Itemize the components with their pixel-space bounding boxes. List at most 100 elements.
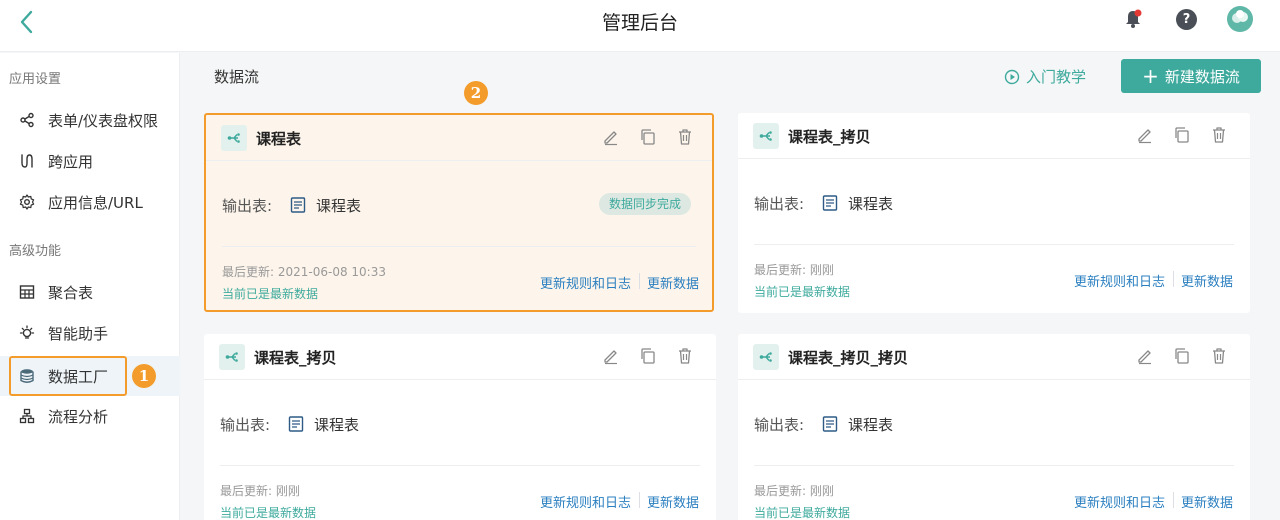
dataflow-icon xyxy=(221,125,247,151)
card-header: 课程表_拷贝 xyxy=(204,334,716,380)
update-data-link[interactable]: 更新数据 xyxy=(1181,492,1233,511)
table-grid-icon xyxy=(18,283,36,301)
divider xyxy=(220,465,700,466)
card-title: 课程表_拷贝 xyxy=(254,349,337,367)
share-icon xyxy=(18,111,36,129)
edit-icon[interactable] xyxy=(602,128,620,146)
copy-icon[interactable] xyxy=(1173,347,1191,365)
up-to-date-status: 当前已是最新数据 xyxy=(754,506,851,520)
link-separator xyxy=(1173,271,1174,287)
table-icon xyxy=(822,194,838,212)
cross-app-icon xyxy=(18,152,36,170)
section-title: 数据流 xyxy=(214,68,260,86)
dataflow-icon xyxy=(219,344,245,370)
update-data-link[interactable]: 更新数据 xyxy=(647,492,699,511)
sidebar-item-label: 智能助手 xyxy=(48,324,109,343)
up-to-date-status: 当前已是最新数据 xyxy=(754,285,851,299)
sidebar-section-app-settings: 应用设置 xyxy=(9,72,62,87)
sidebar-item-assistant[interactable]: 智能助手 xyxy=(0,313,180,353)
rules-and-logs-link[interactable]: 更新规则和日志 xyxy=(1074,492,1165,511)
divider xyxy=(754,244,1234,245)
help-icon[interactable]: ? xyxy=(1176,9,1197,30)
last-updated: 最后更新: 刚刚 xyxy=(220,484,300,498)
last-updated: 最后更新: 刚刚 xyxy=(754,484,834,498)
sidebar-item-form-permissions[interactable]: 表单/仪表盘权限 xyxy=(0,100,180,140)
card-title: 课程表 xyxy=(256,130,302,148)
tutorial-link[interactable]: 入门教学 xyxy=(1004,66,1086,87)
output-table-name[interactable]: 课程表 xyxy=(314,414,359,435)
bulb-icon xyxy=(18,324,36,342)
rules-and-logs-link[interactable]: 更新规则和日志 xyxy=(540,273,631,292)
copy-icon[interactable] xyxy=(1173,126,1191,144)
sidebar-item-label: 表单/仪表盘权限 xyxy=(48,111,159,130)
notification-bell-icon[interactable] xyxy=(1122,8,1144,30)
sidebar-section-advanced: 高级功能 xyxy=(9,244,62,259)
annotation-number-2: 2 xyxy=(464,81,488,105)
divider xyxy=(222,246,696,247)
new-dataflow-button[interactable]: + 新建数据流 xyxy=(1121,59,1261,93)
link-separator xyxy=(639,273,640,289)
divider xyxy=(754,465,1234,466)
tutorial-label: 入门教学 xyxy=(1026,68,1087,86)
table-icon xyxy=(822,415,838,433)
sidebar-item-process-analysis[interactable]: 流程分析 xyxy=(0,396,180,436)
last-updated: 最后更新: 2021-06-08 10:33 xyxy=(222,265,386,279)
annotation-box-1 xyxy=(9,356,127,396)
rules-and-logs-link[interactable]: 更新规则和日志 xyxy=(540,492,631,511)
last-updated: 最后更新: 刚刚 xyxy=(754,263,834,277)
delete-icon[interactable] xyxy=(676,128,694,146)
edit-icon[interactable] xyxy=(1136,347,1154,365)
sidebar-item-app-info[interactable]: 应用信息/URL xyxy=(0,182,180,222)
copy-icon[interactable] xyxy=(639,128,657,146)
edit-icon[interactable] xyxy=(602,347,620,365)
output-label: 输出表: xyxy=(220,416,271,434)
page-title: 管理后台 xyxy=(601,12,678,34)
update-data-link[interactable]: 更新数据 xyxy=(1181,271,1233,290)
output-table-name[interactable]: 课程表 xyxy=(316,195,361,216)
avatar[interactable] xyxy=(1227,6,1253,32)
table-icon xyxy=(290,196,306,214)
edit-icon[interactable] xyxy=(1136,126,1154,144)
sidebar-item-label: 跨应用 xyxy=(48,152,94,171)
status-badge: 数据同步完成 xyxy=(598,193,691,215)
annotation-number-1: 1 xyxy=(132,364,156,388)
dataflow-card[interactable]: 课程表 输出表: 课程表 数据同步完成 最后更新: 2021-06-08 10:… xyxy=(204,113,714,312)
new-dataflow-label: 新建数据流 xyxy=(1164,67,1240,86)
output-table-name[interactable]: 课程表 xyxy=(848,414,893,435)
rules-and-logs-link[interactable]: 更新规则和日志 xyxy=(1074,271,1165,290)
update-data-link[interactable]: 更新数据 xyxy=(647,273,699,292)
dataflow-card[interactable]: 课程表_拷贝 输出表: 课程表 最后更新: 刚刚 当前已是最新数据 更新规则和日… xyxy=(738,113,1250,313)
dataflow-icon xyxy=(753,344,779,370)
up-to-date-status: 当前已是最新数据 xyxy=(222,287,319,301)
card-title: 课程表_拷贝 xyxy=(788,128,871,146)
sidebar-item-aggregate-table[interactable]: 聚合表 xyxy=(0,272,180,312)
card-header: 课程表_拷贝_拷贝 xyxy=(738,334,1250,380)
dataflow-card[interactable]: 课程表_拷贝 输出表: 课程表 最后更新: 刚刚 当前已是最新数据 更新规则和日… xyxy=(204,334,716,520)
sidebar-item-label: 聚合表 xyxy=(48,283,94,302)
org-chart-icon xyxy=(18,407,36,425)
top-bar: 管理后台 ? xyxy=(0,0,1280,52)
output-table-name[interactable]: 课程表 xyxy=(848,193,893,214)
link-separator xyxy=(639,492,640,508)
output-label: 输出表: xyxy=(754,416,805,434)
link-separator xyxy=(1173,492,1174,508)
gear-icon xyxy=(18,193,36,211)
delete-icon[interactable] xyxy=(676,347,694,365)
card-header: 课程表_拷贝 xyxy=(738,113,1250,159)
copy-icon[interactable] xyxy=(639,347,657,365)
up-to-date-status: 当前已是最新数据 xyxy=(220,506,317,520)
sidebar: 应用设置 表单/仪表盘权限 跨应用 应用信息/URL 高级功能 聚合表 智能助手 xyxy=(0,53,180,520)
table-icon xyxy=(288,415,304,433)
delete-icon[interactable] xyxy=(1210,347,1228,365)
plus-icon: + xyxy=(1142,64,1159,88)
delete-icon[interactable] xyxy=(1210,126,1228,144)
card-header: 课程表 xyxy=(206,115,712,161)
dataflow-icon xyxy=(753,123,779,149)
play-circle-icon xyxy=(1004,69,1020,85)
sidebar-item-cross-app[interactable]: 跨应用 xyxy=(0,141,180,181)
sidebar-item-label: 应用信息/URL xyxy=(48,193,143,212)
sidebar-item-label: 流程分析 xyxy=(48,407,109,426)
output-label: 输出表: xyxy=(754,195,805,213)
dataflow-card[interactable]: 课程表_拷贝_拷贝 输出表: 课程表 最后更新: 刚刚 当前已是最新数据 更新规… xyxy=(738,334,1250,520)
output-label: 输出表: xyxy=(222,197,273,215)
